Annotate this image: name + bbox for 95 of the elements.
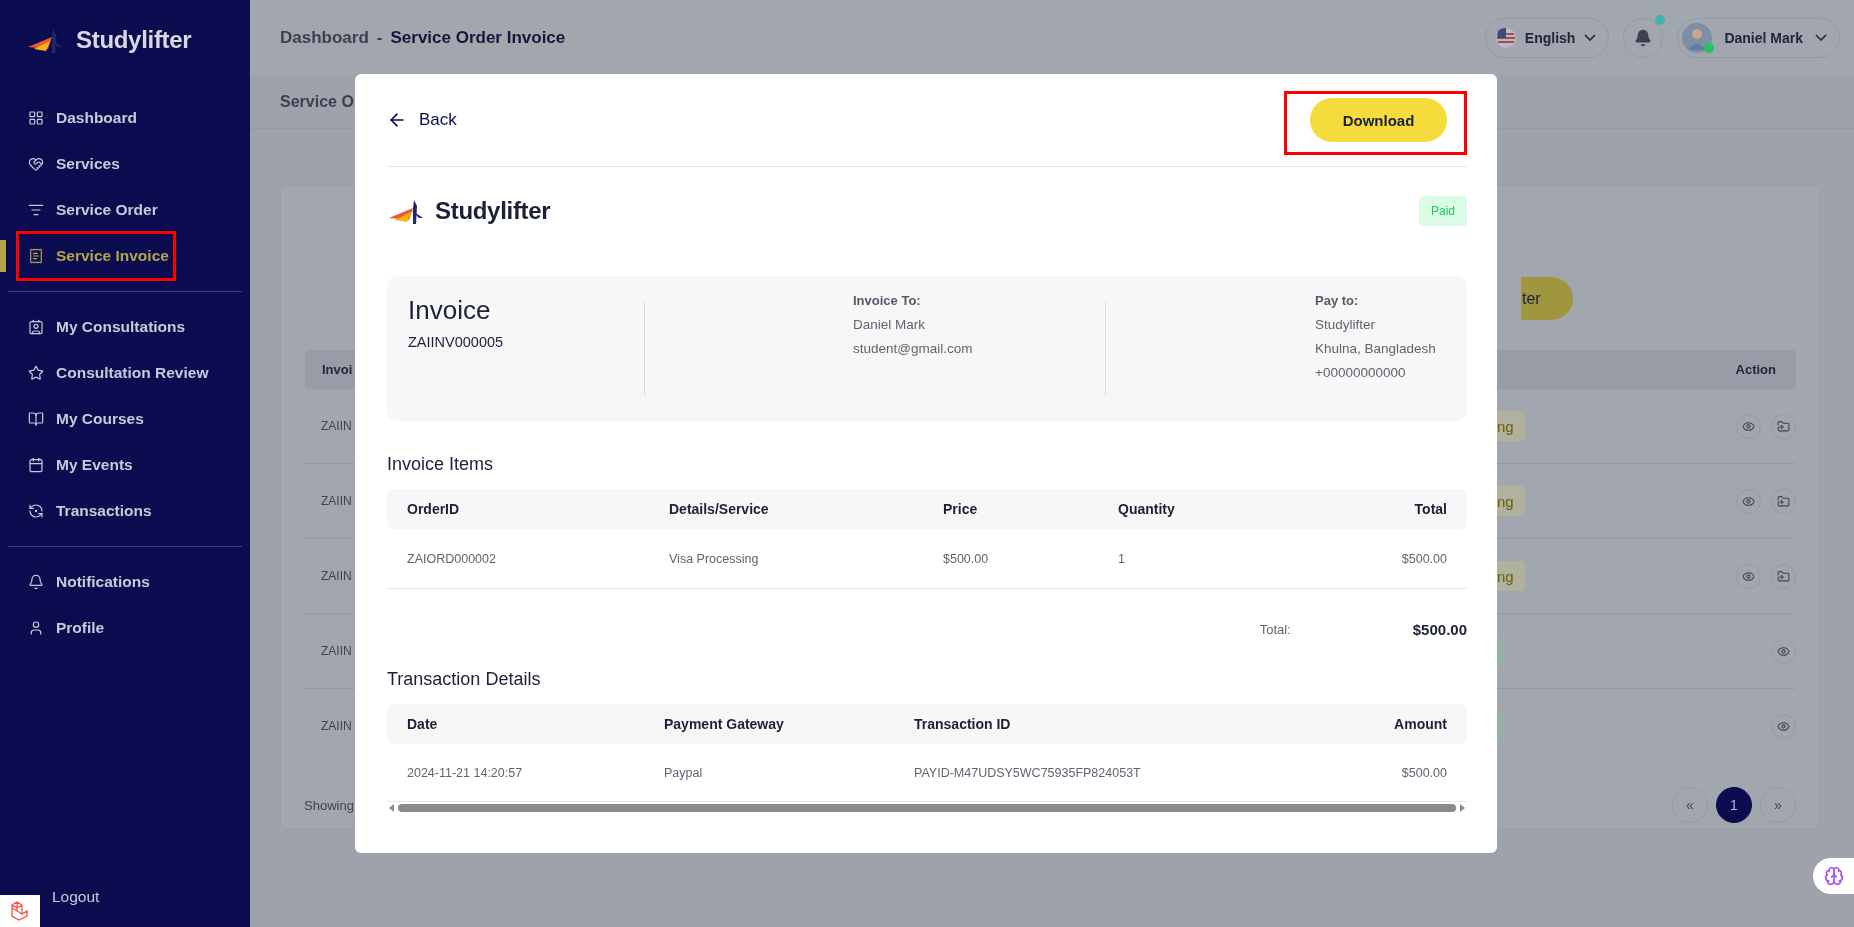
column-header: OrderID <box>407 501 461 517</box>
table-cell-text: ZAIIN <box>320 569 353 583</box>
nav-item[interactable]: Notifications <box>0 559 250 605</box>
table-cell-text: PAYID-M47UDSY5WC75935FP824053T <box>914 765 1142 780</box>
cube-logo-icon <box>0 895 40 927</box>
section-title: Invoice Items <box>387 454 495 475</box>
column-header: Payment Gateway <box>664 716 785 732</box>
refresh-icon <box>28 503 44 519</box>
eye-icon <box>1777 719 1790 733</box>
status-badge: ng <box>1497 561 1525 591</box>
table-cell: $500.00 <box>1401 765 1447 780</box>
eye-icon <box>1777 644 1790 658</box>
table-cell-text: ZAIIN <box>320 419 353 433</box>
grid-icon <box>28 110 44 126</box>
invoice-title: Invoice <box>408 295 492 326</box>
section-title: Transaction Details <box>387 669 542 690</box>
total-label: Total: <box>1259 621 1291 637</box>
active-indicator <box>0 240 6 272</box>
info-line: Khulna, Bangladesh <box>1315 340 1437 358</box>
column-header: Price <box>943 501 979 517</box>
info-line: Daniel Mark <box>853 316 927 334</box>
table-cell-text: ZAIORD000002 <box>407 551 497 566</box>
column-header: Amount <box>1394 716 1447 732</box>
nav-item[interactable]: My Events <box>0 442 250 488</box>
column-header: Invoi <box>322 362 353 377</box>
table-cell-text: ZAIIN <box>320 719 353 733</box>
assistant-button[interactable] <box>1813 858 1854 894</box>
total-value: $500.00 <box>1412 620 1467 638</box>
chevron-down-icon <box>1584 34 1597 41</box>
status-badge: ng <box>1497 486 1525 516</box>
bell-icon <box>28 574 44 590</box>
info-line: student@gmail.com <box>853 340 974 358</box>
brand-name: Studylifter <box>76 26 192 54</box>
folder-arrow-icon <box>1777 419 1790 433</box>
nav-item[interactable]: Consultation Review <box>0 350 250 396</box>
nav-item[interactable]: Service Invoice <box>0 233 250 279</box>
table-cell-text: Paypal <box>664 765 704 780</box>
info-heading: Invoice To: <box>853 292 922 310</box>
folder-arrow-icon <box>1777 569 1790 583</box>
nav-item[interactable]: Service Order <box>0 187 250 233</box>
breadcrumb-link[interactable]: Dashboard <box>280 27 369 48</box>
avatar <box>1682 22 1713 53</box>
status-badge <box>1497 636 1505 666</box>
nav-item[interactable]: Transactions <box>0 488 250 534</box>
status-badge: Paid <box>1418 196 1467 226</box>
brand-name: Studylifter <box>435 197 551 225</box>
column-header: Transaction ID <box>914 716 1012 732</box>
folder-arrow-icon <box>1777 494 1790 508</box>
table-cell-text: 2024-11-21 14:20:57 <box>407 765 524 780</box>
calendar-icon <box>28 457 44 473</box>
info-line: Studylifter <box>1315 316 1377 334</box>
breadcrumb-separator: - <box>376 27 383 48</box>
page-heading: Service O <box>280 92 354 111</box>
nav-item[interactable]: Dashboard <box>0 95 250 141</box>
brain-icon <box>1823 866 1844 886</box>
table-cell-text: Visa Processing <box>669 551 760 566</box>
table-cell-text: $500.00 <box>943 551 990 566</box>
book-icon <box>28 411 44 427</box>
info-line: +00000000000 <box>1315 364 1407 382</box>
page-title: Service Order Invoice <box>390 27 566 48</box>
back-link[interactable]: Back <box>387 110 457 130</box>
flag-icon <box>1495 27 1516 48</box>
column-header: Action <box>1735 362 1776 377</box>
nav-item[interactable]: Services <box>0 141 250 187</box>
column-header: Details/Service <box>669 501 770 517</box>
column-header: Date <box>407 716 439 732</box>
table-cell-text: 1 <box>1118 551 1126 566</box>
star-icon <box>28 365 44 381</box>
info-heading: Pay to: <box>1315 292 1360 310</box>
eye-icon <box>1742 494 1755 508</box>
user-icon <box>28 620 44 636</box>
contact-card-icon <box>28 319 44 335</box>
column-header: Quantity <box>1118 501 1176 517</box>
download-button[interactable]: Download <box>1310 98 1447 142</box>
table-cell-text: ZAIIN <box>320 644 353 658</box>
status-badge: ng <box>1497 411 1525 441</box>
results-summary: Showing <box>304 797 354 813</box>
nav-item[interactable]: My Consultations <box>0 304 250 350</box>
table-cell-text: ZAIIN <box>320 494 353 508</box>
receipt-icon <box>28 248 44 264</box>
eye-icon <box>1742 569 1755 583</box>
table-cell: $500.00 <box>1401 551 1447 566</box>
eye-icon <box>1742 419 1755 433</box>
bell-icon <box>1634 28 1653 47</box>
logout-item[interactable]: Logout <box>52 874 100 920</box>
column-header: Total <box>1414 501 1447 517</box>
invoice-number: ZAIINV000005 <box>408 334 505 350</box>
page-button[interactable]: 1 <box>1716 787 1752 823</box>
nav-item[interactable]: Profile <box>0 605 250 651</box>
filter-list-icon <box>28 202 44 218</box>
chevron-down-icon <box>1815 34 1827 41</box>
nav-item[interactable]: My Courses <box>0 396 250 442</box>
filter-button[interactable]: ter <box>1521 277 1573 320</box>
status-badge <box>1497 711 1505 741</box>
heart-hand-icon <box>28 156 44 172</box>
